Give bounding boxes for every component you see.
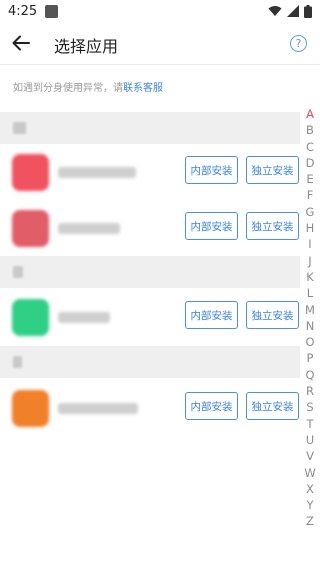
internal-install-button[interactable]: 内部安装 — [185, 212, 238, 240]
index-letter-j[interactable]: J — [300, 253, 320, 269]
app-icon — [12, 390, 49, 427]
index-letter-c[interactable]: C — [300, 139, 320, 155]
section-header — [0, 346, 300, 378]
index-letter-e[interactable]: E — [300, 171, 320, 187]
index-letter-s[interactable]: S — [300, 399, 320, 415]
battery-icon — [304, 4, 312, 18]
standalone-install-button[interactable]: 独立安装 — [246, 212, 299, 240]
app-name — [58, 223, 120, 234]
page-title: 选择应用 — [54, 37, 119, 56]
standalone-install-button[interactable]: 独立安装 — [246, 301, 299, 329]
standalone-install-button[interactable]: 独立安装 — [246, 392, 299, 420]
index-letter-w[interactable]: W — [300, 465, 320, 481]
index-letter-g[interactable]: G — [300, 204, 320, 220]
app-name — [58, 312, 110, 323]
app-row: 内部安装 独立安装 — [0, 385, 300, 431]
section-letter — [13, 122, 26, 134]
standalone-install-button[interactable]: 独立安装 — [246, 156, 299, 184]
index-letter-k[interactable]: K — [300, 269, 320, 285]
signal-icon — [287, 5, 299, 17]
index-letter-d[interactable]: D — [300, 155, 320, 171]
index-letter-u[interactable]: U — [300, 432, 320, 448]
index-letter-i[interactable]: I — [300, 236, 320, 252]
app-name — [58, 167, 136, 178]
app-row: 内部安装 独立安装 — [0, 294, 300, 340]
status-icons — [268, 4, 312, 18]
toolbar-divider — [0, 64, 320, 65]
index-letter-z[interactable]: Z — [300, 513, 320, 529]
app-icon — [12, 299, 49, 336]
section-header — [0, 112, 300, 144]
index-letter-f[interactable]: F — [300, 187, 320, 203]
index-letter-q[interactable]: Q — [300, 367, 320, 383]
index-letter-o[interactable]: O — [300, 334, 320, 350]
internal-install-button[interactable]: 内部安装 — [185, 392, 238, 420]
section-letter — [13, 356, 22, 368]
index-letter-b[interactable]: B — [300, 122, 320, 138]
internal-install-button[interactable]: 内部安装 — [185, 156, 238, 184]
index-letter-l[interactable]: L — [300, 285, 320, 301]
index-letter-x[interactable]: X — [300, 481, 320, 497]
status-bar: 4:25 — [0, 0, 320, 22]
app-icon — [12, 210, 49, 247]
index-letter-m[interactable]: M — [300, 302, 320, 318]
hint-text: 如遇到分身使用异常，请联系客服 — [13, 79, 163, 94]
help-icon[interactable]: ? — [290, 35, 307, 52]
app-row: 内部安装 独立安装 — [0, 149, 300, 195]
back-arrow-icon[interactable] — [10, 32, 32, 54]
toolbar: 选择应用 ? — [0, 22, 320, 64]
section-header — [0, 256, 300, 288]
app-name — [58, 403, 138, 414]
index-letter-v[interactable]: V — [300, 448, 320, 464]
internal-install-button[interactable]: 内部安装 — [185, 301, 238, 329]
status-time: 4:25 — [8, 3, 38, 19]
app-row: 内部安装 独立安装 — [0, 205, 300, 251]
index-letter-n[interactable]: N — [300, 318, 320, 334]
app-icon — [12, 154, 49, 191]
notification-icon — [45, 4, 59, 18]
hint-message: 如遇到分身使用异常，请 — [13, 83, 123, 94]
index-letter-a[interactable]: A — [300, 106, 320, 122]
section-letter — [13, 266, 23, 278]
index-letter-t[interactable]: T — [300, 416, 320, 432]
index-letter-h[interactable]: H — [300, 220, 320, 236]
contact-support-link[interactable]: 联系客服 — [123, 83, 163, 94]
alphabet-index[interactable]: ABCDEFGHIJKLMNOPQRSTUVWXYZ — [300, 106, 320, 530]
index-letter-r[interactable]: R — [300, 383, 320, 399]
index-letter-p[interactable]: P — [300, 350, 320, 366]
wifi-icon — [268, 6, 282, 16]
index-letter-y[interactable]: Y — [300, 497, 320, 513]
